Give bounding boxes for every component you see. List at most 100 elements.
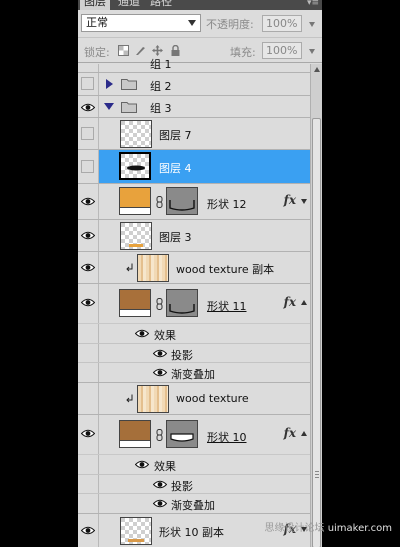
layer-row-layer7[interactable]: 图层 7 (78, 118, 310, 150)
fill-color-swatch[interactable] (119, 187, 151, 215)
eye-icon[interactable] (135, 460, 149, 469)
effects-label: 效果 (154, 329, 176, 342)
visibility-cell[interactable] (78, 118, 99, 149)
eye-icon[interactable] (135, 329, 149, 338)
opacity-slider-arrow-icon[interactable] (309, 22, 315, 27)
effect-label: 投影 (171, 349, 193, 362)
layer-row-wood[interactable]: wood texture (78, 383, 310, 415)
effect-row-gradient-overlay[interactable]: 渐变叠加 (78, 494, 310, 514)
eye-icon[interactable] (153, 368, 167, 377)
layer-row-shape12[interactable]: 形状 12 fx (78, 184, 310, 220)
lock-transparent-pixels-icon[interactable] (118, 45, 129, 56)
layer-name: 形状 11 (207, 300, 247, 313)
layer-row-group2[interactable]: 组 2 (78, 73, 310, 96)
effects-row[interactable]: 效果 (78, 455, 310, 475)
tab-paths[interactable]: 路径 (146, 0, 176, 10)
link-chain-icon[interactable] (156, 196, 163, 208)
watermark-text: uimaker.com (327, 523, 392, 534)
visibility-cell (78, 324, 99, 343)
visibility-cell[interactable] (78, 73, 99, 95)
visibility-cell[interactable] (78, 96, 99, 117)
visibility-cell[interactable] (78, 64, 99, 72)
layer-name: 图层 7 (159, 129, 192, 142)
layers-scrollbar[interactable] (310, 64, 322, 547)
visibility-cell[interactable] (78, 415, 99, 454)
visibility-cell[interactable] (78, 383, 99, 414)
eye-icon[interactable] (81, 526, 95, 535)
visibility-cell[interactable] (78, 184, 99, 219)
eye-icon[interactable] (81, 263, 95, 272)
visibility-off-box[interactable] (81, 160, 94, 173)
eye-icon[interactable] (81, 197, 95, 206)
visibility-cell (78, 344, 99, 362)
fill-color-swatch[interactable] (119, 289, 151, 317)
panel-menu-icon[interactable]: ▾≡ (307, 0, 319, 8)
eye-icon[interactable] (153, 349, 167, 358)
expand-triangle-icon[interactable] (106, 79, 113, 89)
vector-mask-thumbnail[interactable] (166, 289, 198, 317)
orange-shape-icon (128, 539, 144, 542)
effect-row-drop-shadow[interactable]: 投影 (78, 344, 310, 363)
effect-label: 投影 (171, 480, 193, 493)
clipping-mask-arrow-icon (126, 394, 133, 403)
collapse-triangle-icon[interactable] (104, 103, 114, 110)
visibility-cell (78, 455, 99, 474)
scroll-up-arrow-icon[interactable] (314, 67, 320, 72)
visibility-cell (78, 363, 99, 382)
collapse-effects-arrow-icon[interactable] (301, 431, 307, 436)
tab-channels[interactable]: 通道 (114, 0, 144, 10)
blend-mode-select[interactable]: 正常 (81, 14, 201, 32)
eye-icon[interactable] (81, 231, 95, 240)
opacity-input[interactable]: 100% (262, 15, 302, 32)
scrollbar-thumb[interactable] (312, 118, 321, 547)
collapse-effects-arrow-icon[interactable] (301, 300, 307, 305)
eye-icon[interactable] (81, 429, 95, 438)
layer-row-layer4[interactable]: 图层 4 (78, 150, 310, 184)
visibility-cell[interactable] (78, 150, 99, 183)
mask-shape-icon (169, 304, 195, 314)
visibility-cell[interactable] (78, 252, 99, 283)
eye-icon[interactable] (81, 298, 95, 307)
eye-icon[interactable] (81, 103, 95, 112)
layer-thumbnail (120, 120, 152, 148)
watermark-prefix: 思缘设计论坛 (264, 523, 328, 534)
effects-row[interactable]: 效果 (78, 324, 310, 344)
layer-row-shape11[interactable]: 形状 11 fx (78, 284, 310, 324)
fx-icon[interactable]: fx (284, 193, 296, 207)
layer-row-wood-copy[interactable]: wood texture 副本 (78, 252, 310, 284)
fx-icon[interactable]: fx (284, 426, 296, 440)
layer-thumbnail (120, 517, 152, 545)
fill-input[interactable]: 100% (262, 42, 302, 59)
lock-position-icon[interactable] (152, 45, 163, 56)
layers-panel: 图层 通道 路径 ▾≡ 正常 不透明度: 100% 锁定: 填充: 100% 组… (78, 0, 322, 547)
link-chain-icon[interactable] (156, 298, 163, 310)
layer-row-shape10[interactable]: 形状 10 fx (78, 415, 310, 455)
eye-icon[interactable] (153, 480, 167, 489)
visibility-cell[interactable] (78, 284, 99, 323)
lock-all-icon[interactable] (170, 45, 181, 56)
folder-icon (121, 102, 137, 113)
fx-icon[interactable]: fx (284, 295, 296, 309)
layer-name: 组 3 (150, 102, 172, 115)
layer-row-layer3[interactable]: 图层 3 (78, 220, 310, 252)
tab-layers[interactable]: 图层 (80, 0, 110, 10)
visibility-cell (78, 475, 99, 493)
expand-effects-arrow-icon[interactable] (301, 199, 307, 204)
layer-row-group1[interactable]: 组 1 (78, 58, 310, 73)
visibility-off-box[interactable] (81, 77, 94, 90)
layer-name: 组 1 (150, 58, 172, 71)
visibility-off-box[interactable] (81, 127, 94, 140)
vector-mask-thumbnail[interactable] (166, 187, 198, 215)
visibility-cell[interactable] (78, 220, 99, 251)
visibility-cell[interactable] (78, 514, 99, 547)
link-chain-icon[interactable] (156, 429, 163, 441)
effect-row-gradient-overlay[interactable]: 渐变叠加 (78, 363, 310, 383)
panel-tab-bar: 图层 通道 路径 ▾≡ (78, 0, 322, 10)
fill-color-swatch[interactable] (119, 420, 151, 448)
vector-mask-thumbnail[interactable] (166, 420, 198, 448)
effect-row-drop-shadow[interactable]: 投影 (78, 475, 310, 494)
eye-icon[interactable] (153, 499, 167, 508)
lock-image-pixels-icon[interactable] (135, 45, 146, 56)
fill-slider-arrow-icon[interactable] (309, 49, 315, 54)
layer-row-group3[interactable]: 组 3 (78, 96, 310, 118)
